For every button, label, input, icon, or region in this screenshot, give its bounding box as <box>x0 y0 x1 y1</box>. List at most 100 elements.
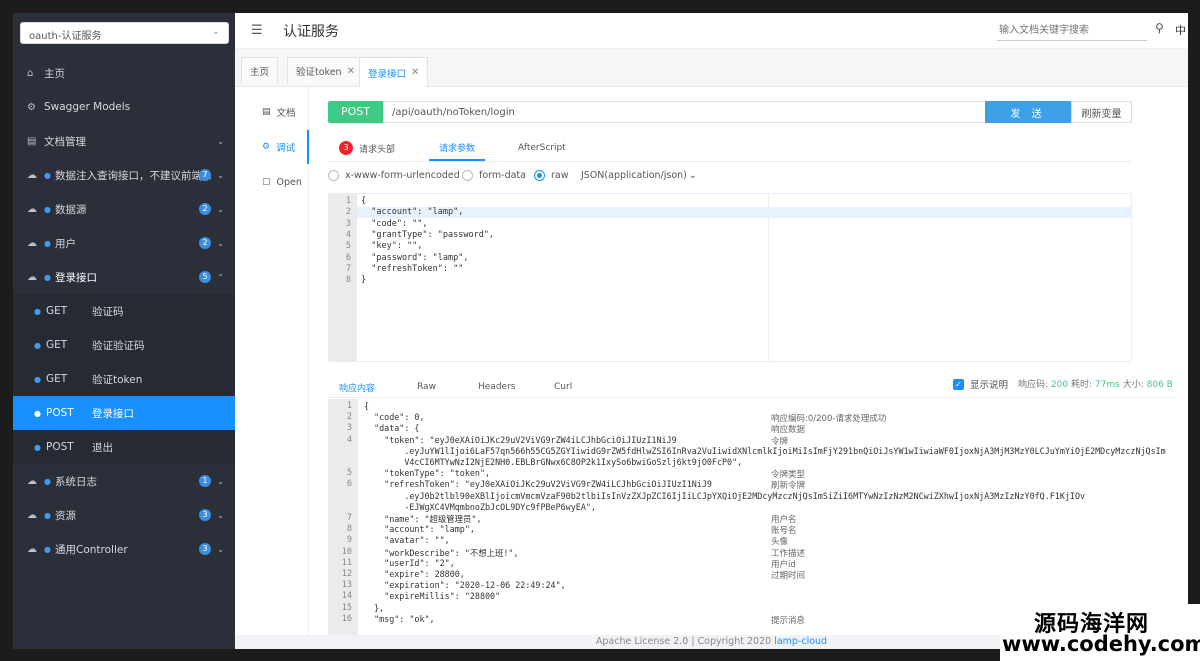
footer-link[interactable]: lamp-cloud <box>774 636 827 647</box>
close-icon[interactable]: ✕ <box>411 67 419 78</box>
endpoint-item[interactable]: ● POST 登录接口 <box>13 396 235 430</box>
search-input[interactable] <box>997 21 1147 41</box>
sidebar-item-label: 主页 <box>44 67 65 80</box>
endpoint-method: POST <box>45 407 74 419</box>
sidebar-item[interactable]: ☁ ● 用户 2 ⌄ <box>13 226 235 260</box>
show-description-toggle[interactable]: ✓ 显示说明 <box>953 377 1008 391</box>
code-line: "expiration": "2020-12-06 22:49:24", <box>364 580 566 591</box>
line-number: 13 <box>341 580 352 591</box>
code-line: "data": { <box>364 423 420 434</box>
line-number: 3 <box>345 218 351 229</box>
search-icon[interactable]: ⚲ <box>1155 21 1164 35</box>
sidebar-item[interactable]: ⚙ Swagger Models <box>13 90 235 124</box>
line-number: 1 <box>346 401 352 411</box>
sidebar-item[interactable]: ☁ ● 通用Controller 3 ⌄ <box>13 532 235 566</box>
sidebar-item[interactable]: ☁ ● 系统日志 1 ⌄ <box>13 464 235 498</box>
line-number: 8 <box>345 275 351 286</box>
line-number: 6 <box>346 479 352 490</box>
tab-label: 响应内容 <box>339 383 376 394</box>
doc-nav-debug[interactable]: ⚙ 调试 <box>235 130 309 164</box>
menu-toggle-icon[interactable]: ☰ <box>251 23 263 38</box>
dot-icon: ● <box>34 442 41 452</box>
app-window: oauth-认证服务 ⌄ ⌂ 主页 ⚙ Swagger Models ▤ 文档管理 ⌄ ☁ ● 数… <box>13 13 1188 649</box>
sidebar-item[interactable]: ☁ ● 数据源 2 ⌄ <box>13 192 235 226</box>
editor-print-margin <box>768 194 769 361</box>
line-number: 3 <box>346 423 352 434</box>
field-description: 工作描述 <box>771 548 806 559</box>
doc-icon: ▤ <box>27 135 37 147</box>
radio-raw[interactable]: raw <box>534 170 569 181</box>
doc-icon: ▤ <box>262 107 271 117</box>
dot-icon: ● <box>44 510 51 520</box>
endpoint-item[interactable]: ● POST 退出 <box>13 430 235 464</box>
count-badge: 2 <box>199 237 211 249</box>
code-line: }, <box>364 602 385 613</box>
endpoint-item[interactable]: ● GET 验证码 <box>13 294 235 328</box>
sidebar-item[interactable]: ☁ ● 资源 3 ⌄ <box>13 498 235 532</box>
divider <box>328 161 1132 162</box>
tab-request-headers[interactable]: 3 请求头部 <box>339 135 395 161</box>
response-body-viewer[interactable]: 1 {2 "code": 0, 响应编码:0/200-请求处理成功 3 "data":… <box>328 399 1178 635</box>
line-number: 8 <box>346 524 352 535</box>
refresh-variables-button[interactable]: 刷新变量 <box>1071 101 1132 123</box>
sidebar-item[interactable]: ☁ ● 登录接口 5 ⌃ <box>13 260 235 294</box>
field-description: 提示消息 <box>771 615 806 626</box>
sidebar-item[interactable]: ⌂ 主页 <box>13 56 235 90</box>
send-button[interactable]: 发 送 <box>985 101 1071 123</box>
tab-login[interactable]: 登录接口 ✕ <box>359 57 429 87</box>
endpoint-label: 登录接口 <box>91 407 134 420</box>
close-icon[interactable]: ✕ <box>347 66 355 77</box>
dot-icon: ● <box>44 476 51 486</box>
line-number: 7 <box>345 263 351 274</box>
doc-nav: ▤ 文档 ⚙ 调试 ▢ Open <box>235 87 309 635</box>
radio-circle <box>328 170 339 181</box>
language-switch[interactable]: 中 <box>1175 22 1186 38</box>
endpoint-item[interactable]: ● GET 验证验证码 <box>13 328 235 362</box>
code-line: V4cCI6MTYwNzI2NjE2NH0.EBLBrGNwx6C8OP2k1I… <box>364 457 743 467</box>
line-number: 10 <box>341 546 352 557</box>
header-count-badge: 3 <box>339 141 353 155</box>
dot-icon: ● <box>44 272 51 282</box>
method-badge[interactable]: POST <box>328 101 383 123</box>
doc-nav-open[interactable]: ▢ Open <box>235 165 309 199</box>
endpoint-method: GET <box>45 305 68 317</box>
sidebar-item-label: 数据注入查询接口，不建议前端... <box>54 169 212 182</box>
chevron-down-icon: ⌄ <box>217 238 224 248</box>
request-body-editor[interactable]: 1 {2 "account": "lamp", 3 "code": "", 4 "gr… <box>328 193 1132 362</box>
watermark-url: www.codehy.com <box>1002 632 1200 656</box>
tab-home[interactable]: 主页 <box>241 57 279 84</box>
status-label: 响应码: <box>1018 380 1049 390</box>
tab-label: Curl <box>554 382 573 392</box>
endpoint-item[interactable]: ● GET 验证token <box>13 362 235 396</box>
sidebar-item-label: 文档管理 <box>44 135 86 148</box>
active-line-highlight <box>357 207 1131 218</box>
sidebar-item[interactable]: ▤ 文档管理 ⌄ <box>13 124 235 158</box>
code-line: "msg": "ok", <box>364 613 435 624</box>
url-input[interactable] <box>383 101 986 123</box>
line-number: 7 <box>346 513 352 523</box>
endpoint-method: GET <box>45 339 68 351</box>
line-number: 14 <box>341 591 352 602</box>
size-value: 806 B <box>1146 380 1173 390</box>
code-line: .eyJ0b2tlbl90eXBlIjoicmVmcmVzaF90b2tlbiI… <box>364 490 1086 501</box>
content-type-select[interactable]: JSON(application/json) ⌄ <box>581 170 697 181</box>
count-badge: 1 <box>199 475 211 487</box>
count-badge: 3 <box>199 543 211 555</box>
content-type-value: JSON(application/json) <box>581 170 687 181</box>
gear-icon: ⚙ <box>27 101 36 113</box>
radio-form-data[interactable]: form-data <box>462 170 526 181</box>
tab-after-script[interactable]: AfterScript <box>518 135 566 161</box>
doc-nav-doc[interactable]: ▤ 文档 <box>235 95 309 129</box>
service-select[interactable]: oauth-认证服务 ⌄ <box>20 22 229 44</box>
line-number: 1 <box>345 196 351 206</box>
sidebar-item[interactable]: ☁ ● 数据注入查询接口，不建议前端... 7 ⌄ <box>13 158 235 192</box>
code-line: "refreshToken": "" <box>361 263 464 274</box>
code-line: -EJWgXC4VMqmbnoZbJcOL9DYc9fPBeP6wyEA", <box>364 501 596 512</box>
tab-request-params[interactable]: 请求参数 <box>429 135 486 161</box>
tab-verify-token[interactable]: 验证token ✕ <box>287 57 364 84</box>
field-description: 账号名 <box>771 526 797 537</box>
radio-urlencoded[interactable]: x-www-form-urlencoded <box>328 170 460 181</box>
line-number: 11 <box>341 557 352 568</box>
radio-label: form-data <box>479 170 526 181</box>
line-number: 6 <box>345 252 351 263</box>
